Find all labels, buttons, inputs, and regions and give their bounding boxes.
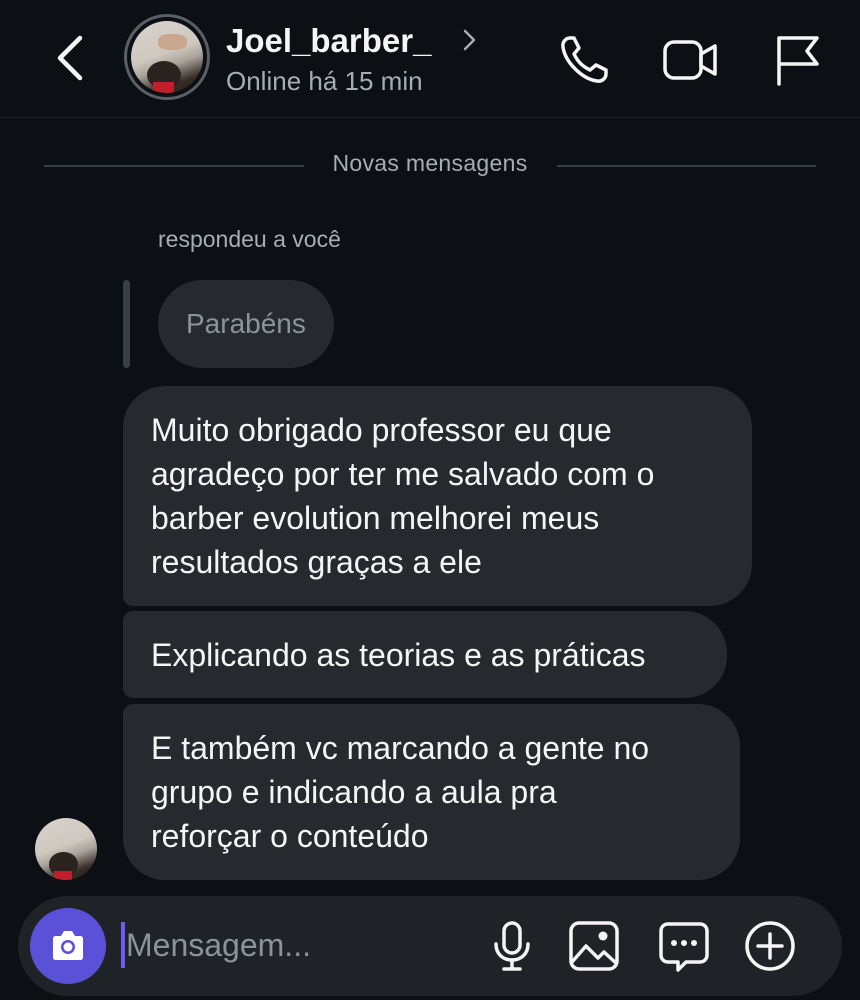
divider-line-right — [557, 165, 816, 167]
camera-icon — [53, 931, 83, 960]
reply-indicator-bar — [123, 280, 130, 368]
microphone-icon[interactable] — [484, 918, 540, 974]
image-icon[interactable] — [566, 918, 622, 974]
message-composer — [18, 896, 842, 996]
chevron-right-icon[interactable] — [462, 28, 478, 52]
message-bubble[interactable]: E também vc marcando a gente no grupo e … — [123, 704, 740, 880]
video-icon[interactable] — [662, 32, 718, 88]
avatar-photo — [131, 21, 203, 93]
sender-avatar[interactable] — [35, 818, 97, 880]
message-bubble[interactable]: Explicando as teorias e as práticas — [123, 611, 727, 698]
text-caret — [121, 922, 125, 968]
plus-icon[interactable] — [742, 918, 798, 974]
sticker-icon[interactable] — [656, 918, 712, 974]
contact-status: Online há 15 min — [226, 66, 423, 96]
flag-icon[interactable] — [770, 32, 826, 88]
back-chevron-icon[interactable] — [52, 34, 88, 82]
divider-label: Novas mensagens — [332, 150, 528, 176]
new-messages-divider: Novas mensagens — [0, 148, 860, 182]
contact-name[interactable]: Joel_barber_ — [226, 22, 431, 60]
message-bubble[interactable]: Muito obrigado professor eu que agradeço… — [123, 386, 752, 606]
camera-button[interactable] — [30, 908, 106, 984]
chat-header: Joel_barber_ Online há 15 min — [0, 0, 860, 118]
contact-avatar[interactable] — [124, 14, 210, 100]
phone-icon[interactable] — [556, 32, 612, 88]
reply-note: respondeu a você — [158, 226, 341, 252]
quoted-message[interactable]: Parabéns — [158, 280, 334, 368]
message-input[interactable] — [126, 918, 476, 972]
